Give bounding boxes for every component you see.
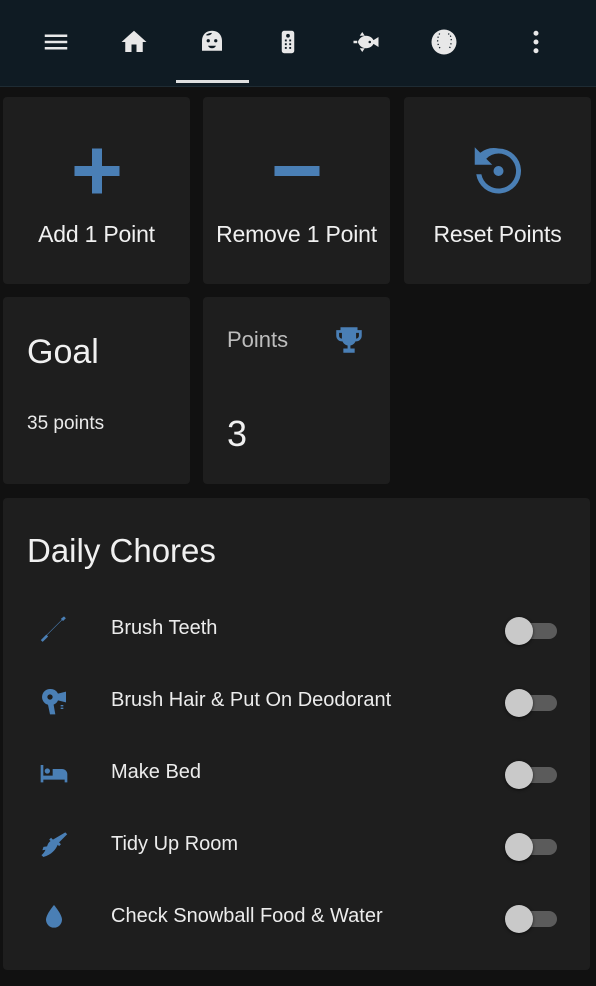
remove-point-label: Remove 1 Point [216,221,377,247]
chore-toggle[interactable] [503,760,559,790]
trophy-icon [336,327,362,353]
chore-label: Check Snowball Food & Water [111,905,383,927]
bed-icon [37,756,71,790]
toothbrush-icon [37,612,71,646]
chore-row: Brush Hair & Put On Deodorant [3,670,589,730]
menu-icon[interactable] [36,22,76,62]
broom-icon [37,828,71,862]
chore-toggle[interactable] [503,904,559,934]
chore-row: Brush Teeth [3,598,589,658]
more-vertical-icon[interactable] [516,22,556,62]
points-value: 3 [227,413,248,454]
chore-toggle[interactable] [503,616,559,646]
water-drop-icon [37,900,71,934]
baseball-icon[interactable] [424,22,464,62]
chore-row: Check Snowball Food & Water [3,886,589,946]
chore-label: Tidy Up Room [111,833,239,855]
plus-icon [74,148,120,194]
reset-points-label: Reset Points [433,221,562,247]
remote-icon[interactable] [268,22,308,62]
chore-row: Tidy Up Room [3,814,589,874]
goal-title: Goal [27,333,99,371]
chore-toggle[interactable] [503,832,559,862]
active-tab-indicator [176,80,249,83]
add-point-label: Add 1 Point [38,221,155,247]
reset-points-button[interactable]: Reset Points [404,97,591,284]
daily-chores-card: Daily Chores Brush Teeth Brush Hair & Pu… [3,498,590,970]
chore-row: Make Bed [3,742,589,802]
chore-label: Brush Teeth [111,617,218,639]
top-nav-bar [0,0,596,87]
minus-icon [274,166,320,176]
reset-icon [474,147,522,194]
kid-face-icon[interactable] [192,22,232,62]
goal-card: Goal 35 points [3,297,190,484]
home-icon[interactable] [114,22,154,62]
fish-icon[interactable] [346,22,386,62]
chore-label: Make Bed [111,761,202,783]
points-card[interactable]: Points 3 [203,297,390,484]
hair-dryer-icon [37,684,71,718]
add-point-button[interactable]: Add 1 Point [3,97,190,284]
points-label: Points [227,327,289,352]
remove-point-button[interactable]: Remove 1 Point [203,97,390,284]
chore-label: Brush Hair & Put On Deodorant [111,689,392,711]
chores-title: Daily Chores [27,532,216,569]
goal-value: 35 points [27,413,105,434]
chore-toggle[interactable] [503,688,559,718]
